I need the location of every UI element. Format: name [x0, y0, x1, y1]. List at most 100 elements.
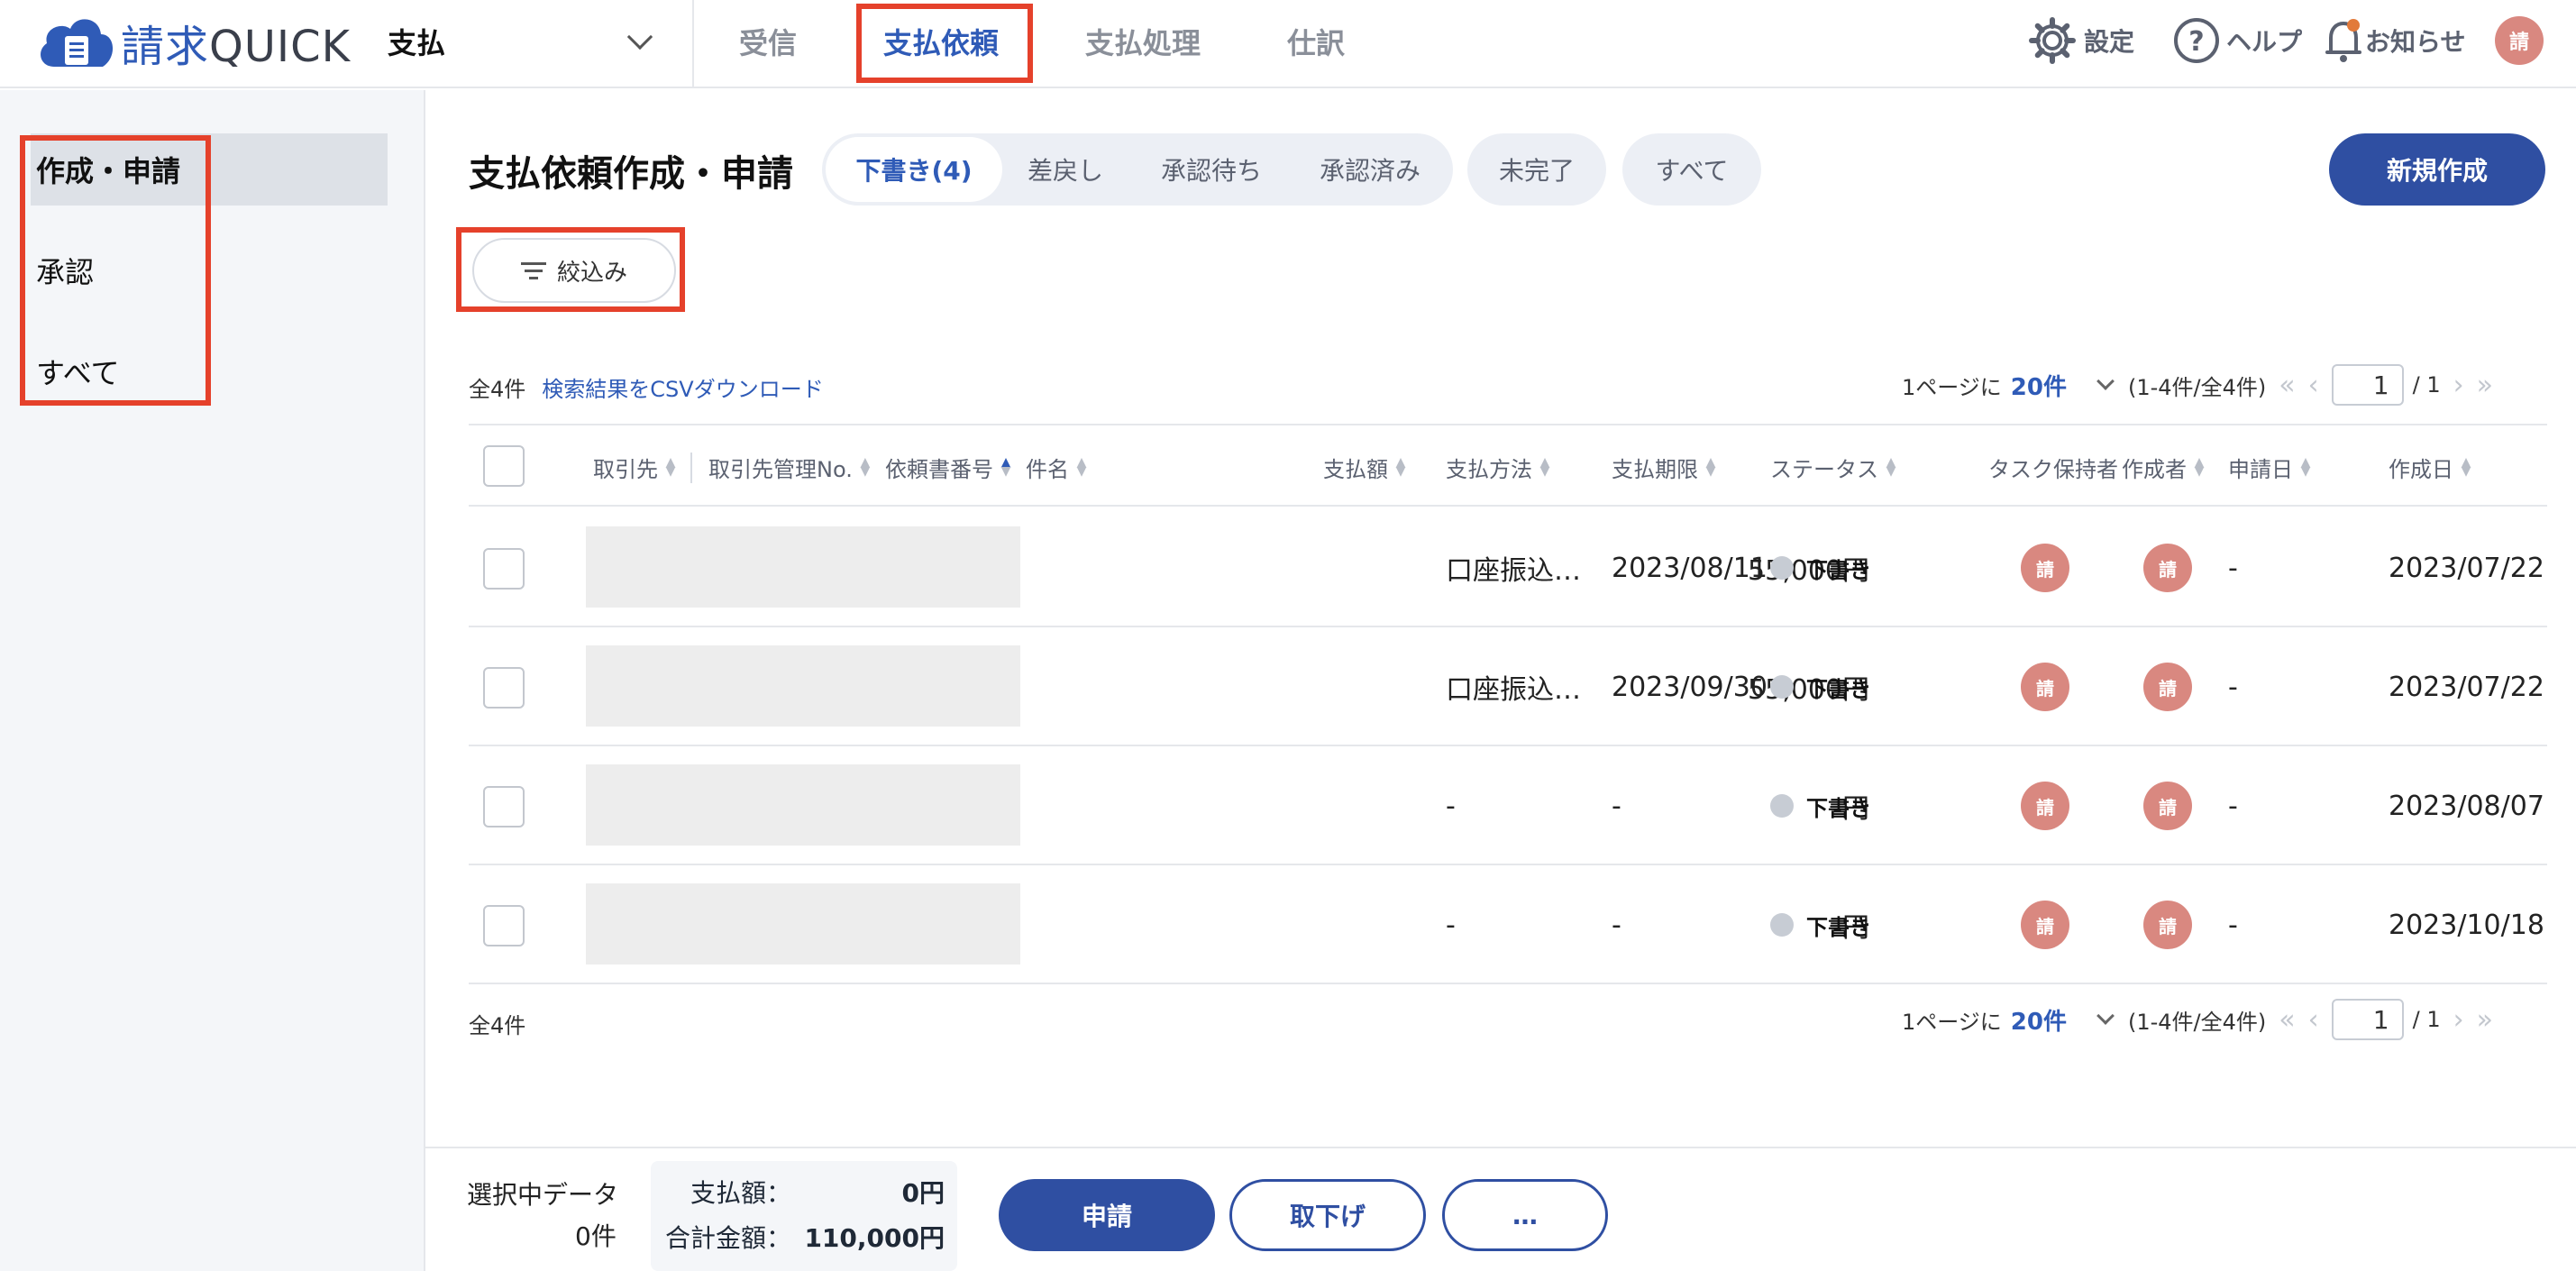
cell-due: 2023/08/11	[1612, 552, 1768, 584]
apply-button[interactable]: 申請	[999, 1179, 1215, 1251]
page-title: 支払依頼作成・申請	[469, 153, 793, 195]
status-badge: 下書き	[1770, 865, 1871, 984]
table-row[interactable]: 55,000円 口座振込… 2023/08/11 下書き 請 請 - 2023/…	[469, 508, 2547, 627]
table-header: 取引先 ▲ ▼ 取引先管理No. ▲ ▼ 依頼書番号 ▲ ▼ 件名 ▲ ▼ 支払額 ▲ ▼ 支払方法…	[469, 424, 2547, 507]
withdraw-button[interactable]: 取下げ	[1229, 1179, 1426, 1251]
sum-pay: 支払額： 0円	[665, 1174, 945, 1210]
status-tab-all[interactable]: すべて	[1622, 133, 1761, 206]
sort-icon: ▲ ▼	[2300, 455, 2311, 479]
more-actions-button[interactable]: …	[1442, 1179, 1608, 1251]
column-header-due[interactable]: 支払期限 ▲ ▼	[1612, 425, 1716, 508]
chevron-down-icon[interactable]	[2096, 372, 2115, 390]
status-tab-pending[interactable]: 承認待ち	[1161, 133, 1262, 206]
settings-link[interactable]: 設定	[2028, 13, 2134, 69]
status-label: 下書き	[1806, 557, 1871, 583]
column-header-method[interactable]: 支払方法 ▲ ▼	[1446, 425, 1550, 508]
status-tab-incomplete[interactable]: 未完了	[1467, 133, 1606, 206]
page-input[interactable]: 1	[2331, 364, 2404, 406]
table-row[interactable]: -円 - - 下書き 請 請 - 2023/10/18	[469, 865, 2547, 984]
status-badge: 下書き	[1770, 627, 1871, 746]
help-link[interactable]: ? ヘルプ	[2172, 13, 2302, 69]
per-page-prefix: 1ページに	[1902, 1009, 2002, 1035]
selected-label: 選択中データ	[467, 1180, 619, 1210]
column-header-request-no[interactable]: 依頼書番号 ▲ ▼	[885, 425, 1011, 508]
per-page-select[interactable]: 20件	[2011, 1003, 2067, 1037]
first-page-icon[interactable]: «	[2279, 1004, 2295, 1036]
column-label: 支払額	[1323, 456, 1388, 482]
column-header-applied[interactable]: 申請日 ▲ ▼	[2228, 425, 2311, 508]
csv-download-link[interactable]: 検索結果をCSVダウンロード	[542, 371, 823, 403]
status-tab-label: 未完了	[1498, 156, 1575, 186]
highlight-filter-button	[456, 227, 685, 312]
table-row[interactable]: 55,000円 口座振込… 2023/09/30 下書き 請 請 - 2023/…	[469, 627, 2547, 746]
status-tab-label: すべて	[1655, 156, 1729, 186]
app-name-latin: QUICK	[209, 22, 352, 72]
tab-receive-label: 受信	[739, 26, 798, 60]
status-tab-approved[interactable]: 承認済み	[1320, 133, 1420, 206]
app-header: 請求QUICK 支払 受信 支払依頼 支払処理 仕訳 設定 ? ヘルプ お知らせ…	[0, 0, 2576, 88]
last-page-icon[interactable]: »	[2477, 1004, 2493, 1036]
column-header-vendor[interactable]: 取引先 ▲ ▼	[593, 425, 676, 508]
tab-payment-processing-label: 支払処理	[1085, 26, 1201, 60]
next-page-icon[interactable]: ›	[2453, 1004, 2464, 1036]
next-page-icon[interactable]: ›	[2453, 370, 2464, 401]
gear-icon	[2029, 17, 2076, 64]
per-page-select[interactable]: 20件	[2011, 369, 2067, 402]
cell-method: -	[1446, 909, 1456, 941]
app-name: 請求QUICK	[121, 11, 351, 74]
sum-pay-label: 支払額：	[690, 1178, 792, 1208]
sort-icon: ▲ ▼	[1705, 455, 1716, 479]
status-tab-returned[interactable]: 差戻し	[1028, 133, 1103, 206]
cell-applied: -	[2228, 790, 2238, 822]
cell-method: -	[1446, 790, 1456, 822]
svg-text:?: ?	[2188, 26, 2204, 58]
page-input[interactable]: 1	[2331, 999, 2404, 1040]
sort-icon: ▲ ▼	[1395, 455, 1406, 479]
column-header-vendor-no[interactable]: 取引先管理No. ▲ ▼	[708, 425, 871, 508]
cell-applied: -	[2228, 552, 2238, 584]
total-count: 全4件	[469, 1013, 526, 1038]
status-label: 下書き	[1806, 914, 1871, 940]
redacted-block	[586, 764, 1020, 846]
table-row[interactable]: -円 - - 下書き 請 請 - 2023/08/07	[469, 746, 2547, 865]
column-header-created[interactable]: 作成日 ▲ ▼	[2389, 425, 2471, 508]
pager-top: 1ページに 20件 (1-4件/全4件) « ‹ 1 / 1 › »	[1902, 364, 2493, 406]
sum-total-label: 合計金額：	[665, 1223, 792, 1253]
tab-receive[interactable]: 受信	[739, 0, 797, 83]
last-page-icon[interactable]: »	[2477, 370, 2493, 401]
row-checkbox[interactable]	[483, 667, 525, 709]
settings-label: 設定	[2084, 27, 2135, 57]
new-button[interactable]: 新規作成	[2329, 133, 2545, 206]
column-header-status[interactable]: ステータス ▲ ▼	[1770, 425, 1896, 508]
notice-link[interactable]: お知らせ	[2325, 13, 2465, 69]
app-name-kanji: 請求	[121, 22, 210, 72]
tab-journal[interactable]: 仕訳	[1287, 0, 1345, 83]
status-dot-icon	[1770, 556, 1794, 580]
row-checkbox[interactable]	[483, 548, 525, 590]
row-checkbox[interactable]	[483, 786, 525, 828]
row-checkbox[interactable]	[483, 905, 525, 946]
user-avatar[interactable]: 請	[2495, 16, 2544, 65]
redacted-block	[586, 883, 1020, 965]
prev-page-icon[interactable]: ‹	[2308, 370, 2319, 401]
column-header-amount[interactable]: 支払額 ▲ ▼	[1323, 425, 1406, 508]
status-badge: 下書き	[1770, 746, 1871, 865]
column-header-creator[interactable]: 作成者 ▲ ▼	[2122, 425, 2205, 508]
status-tab-label: 承認済み	[1320, 156, 1421, 186]
chevron-down-icon[interactable]	[2096, 1007, 2115, 1025]
first-page-icon[interactable]: «	[2279, 370, 2295, 401]
creator-avatar: 請	[2143, 663, 2192, 711]
tab-payment-processing[interactable]: 支払処理	[1085, 0, 1201, 83]
column-header-task-holder: タスク保持者	[1988, 425, 2118, 508]
prev-page-icon[interactable]: ‹	[2308, 1004, 2319, 1036]
cell-created: 2023/08/07	[2389, 790, 2544, 822]
bell-icon	[2325, 19, 2361, 62]
column-header-subject[interactable]: 件名 ▲ ▼	[1026, 425, 1087, 508]
module-select[interactable]: 支払	[388, 14, 658, 69]
select-all-checkbox[interactable]	[483, 445, 525, 487]
highlight-tab-payment-request	[856, 4, 1033, 83]
status-tab-draft[interactable]: 下書き(4)	[826, 137, 1002, 202]
column-label: 作成者	[2122, 456, 2187, 482]
app-logo[interactable]: 請求QUICK	[34, 11, 351, 74]
sort-icon: ▲ ▼	[665, 455, 676, 479]
